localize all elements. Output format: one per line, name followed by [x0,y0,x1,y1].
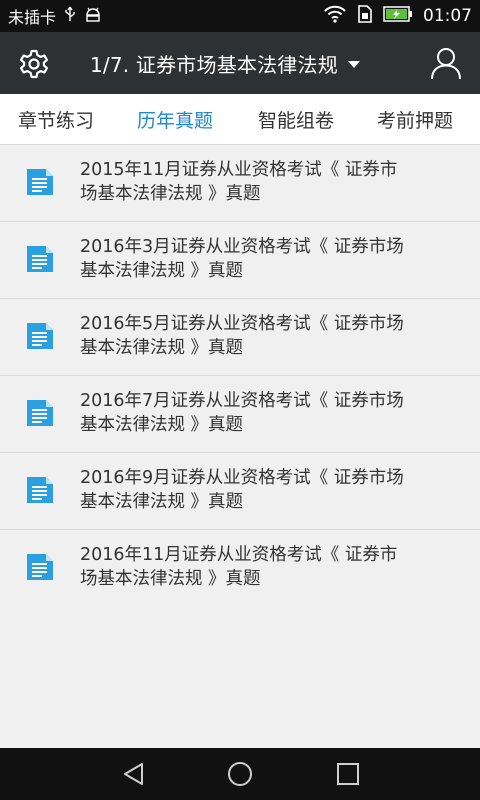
carrier-text: 未插卡 [8,8,57,27]
home-icon[interactable] [226,760,254,788]
course-selector[interactable]: 1/7. 证券市场基本法律法规 [90,32,360,94]
battery-charging-icon [383,5,413,27]
paper-title: 2016年11月证券从业资格考试《 证券市 场基本法律法规 》真题 [80,545,398,589]
document-icon [27,323,53,349]
document-icon [27,169,53,195]
recents-icon[interactable] [334,760,362,788]
app-bar: 1/7. 证券市场基本法律法规 [0,32,480,94]
usb-icon [64,6,76,26]
wifi-icon [323,5,347,28]
status-bar: 未插卡 01:07 [0,0,480,32]
back-icon[interactable] [120,760,148,788]
list-item[interactable]: 2015年11月证券从业资格考试《 证券市 场基本法律法规 》真题 [0,145,480,222]
list-item[interactable]: 2016年5月证券从业资格考试《 证券市场 基本法律法规 》真题 [0,299,480,376]
android-debug-icon [84,6,102,26]
paper-list: 2015年11月证券从业资格考试《 证券市 场基本法律法规 》真题 2016年3月… [0,145,480,606]
document-icon [27,554,53,580]
paper-title: 2016年3月证券从业资格考试《 证券市场 基本法律法规 》真题 [80,237,404,281]
tab-pre-exam[interactable]: 考前押题 [377,94,453,144]
paper-title: 2016年7月证券从业资格考试《 证券市场 基本法律法规 》真题 [80,391,404,435]
paper-title: 2016年9月证券从业资格考试《 证券市场 基本法律法规 》真题 [80,468,404,512]
sim-icon [357,4,373,28]
tab-chapter-practice[interactable]: 章节练习 [18,94,94,144]
app-title: 1/7. 证券市场基本法律法规 [90,52,338,77]
document-icon [27,477,53,503]
gear-icon[interactable] [18,48,50,80]
tab-smart-paper[interactable]: 智能组卷 [258,94,334,144]
document-icon [27,400,53,426]
list-item[interactable]: 2016年9月证券从业资格考试《 证券市场 基本法律法规 》真题 [0,453,480,530]
list-item[interactable]: 2016年11月证券从业资格考试《 证券市 场基本法律法规 》真题 [0,530,480,606]
list-item[interactable]: 2016年3月证券从业资格考试《 证券市场 基本法律法规 》真题 [0,222,480,299]
paper-title: 2016年5月证券从业资格考试《 证券市场 基本法律法规 》真题 [80,314,404,358]
list-item[interactable]: 2016年7月证券从业资格考试《 证券市场 基本法律法规 》真题 [0,376,480,453]
paper-title: 2015年11月证券从业资格考试《 证券市 场基本法律法规 》真题 [80,160,398,204]
tab-past-exams[interactable]: 历年真题 [137,94,213,144]
document-icon [27,246,53,272]
user-icon[interactable] [430,46,462,80]
clock: 01:07 [423,6,472,26]
navigation-bar [0,748,480,800]
caret-down-icon [347,60,360,68]
tab-bar: 章节练习 历年真题 智能组卷 考前押题 [0,94,480,145]
